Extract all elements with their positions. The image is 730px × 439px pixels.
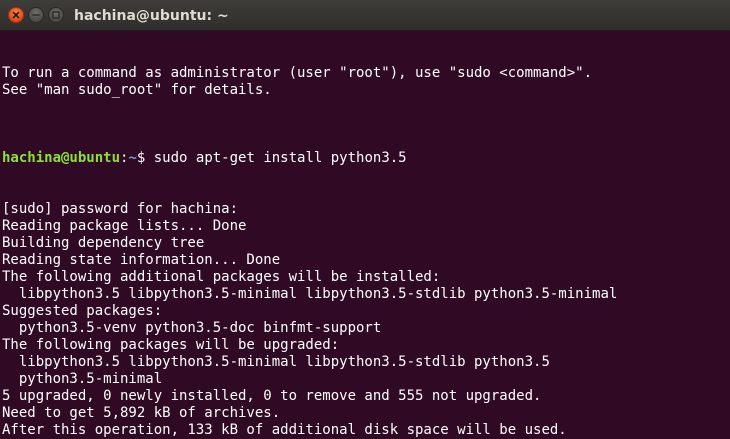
terminal-output[interactable]: To run a command as administrator (user … [2,31,728,439]
output-line: To run a command as administrator (user … [2,65,728,82]
title-bar[interactable]: hachina@ubuntu: ~ [0,0,730,31]
output-line: See "man sudo_root" for details. [2,82,728,99]
output-line-text: 5 upgraded, 0 newly installed, 0 to remo… [2,388,542,404]
output-line: Suggested packages: [2,303,728,320]
output-line: libpython3.5 libpython3.5-minimal libpyt… [2,354,728,371]
output-line-text: See "man sudo_root" for details. [2,82,272,98]
output-line: The following packages will be upgraded: [2,337,728,354]
output-line-text: [sudo] password for hachina: [2,201,239,217]
output-line: python3.5-minimal [2,371,728,388]
output-line-text: Reading state information... Done [2,252,281,268]
output-line-text: The following packages will be upgraded: [2,337,340,353]
output-line-text: python3.5-venv python3.5-doc binfmt-supp… [2,320,382,336]
output-line: After this operation, 133 kB of addition… [2,422,728,439]
output-line-text: python3.5-minimal [2,371,163,387]
output-line-text: libpython3.5 libpython3.5-minimal libpyt… [2,286,618,302]
output-line: The following additional packages will b… [2,269,728,286]
prompt-symbol: $ [136,150,154,166]
output-line-text: Suggested packages: [2,303,163,319]
output-line: Need to get 5,892 kB of archives. [2,405,728,422]
output-line-text: The following additional packages will b… [2,269,441,285]
close-button[interactable] [8,7,24,23]
output-line: Reading state information... Done [2,252,728,269]
output-line: 5 upgraded, 0 newly installed, 0 to remo… [2,388,728,405]
window-title: hachina@ubuntu: ~ [74,8,229,24]
prompt-command: sudo apt-get install python3.5 [153,150,407,166]
output-line: libpython3.5 libpython3.5-minimal libpyt… [2,286,728,303]
output-line: python3.5-venv python3.5-doc binfmt-supp… [2,320,728,337]
output-line: [sudo] password for hachina: [2,201,728,218]
output-line-text: libpython3.5 libpython3.5-minimal libpyt… [2,354,550,370]
output-line-text: After this operation, 133 kB of addition… [2,422,567,438]
prompt-user-host: hachina@ubuntu [2,150,121,166]
output-lines-after: [sudo] password for hachina: Reading pack… [2,201,728,439]
terminal-window: hachina@ubuntu: ~ To run a command as ad… [0,0,730,439]
output-line: Building dependency tree [2,235,728,252]
output-line: Reading package lists... Done [2,218,728,235]
output-line-text: Need to get 5,892 kB of archives. [2,405,281,421]
output-lines-before: To run a command as administrator (user … [2,65,728,116]
output-line-text: Reading package lists... Done [2,218,247,234]
minimize-button[interactable] [28,7,44,23]
output-line-text: To run a command as administrator (user … [2,65,593,81]
prompt-path: ~ [128,150,137,166]
minimize-icon [32,14,40,16]
command-prompt-line: hachina@ubuntu:~$ sudo apt-get install p… [2,150,728,167]
maximize-button[interactable] [48,7,64,23]
output-line-text: Building dependency tree [2,235,205,251]
maximize-icon [52,11,60,19]
close-icon [12,11,20,19]
